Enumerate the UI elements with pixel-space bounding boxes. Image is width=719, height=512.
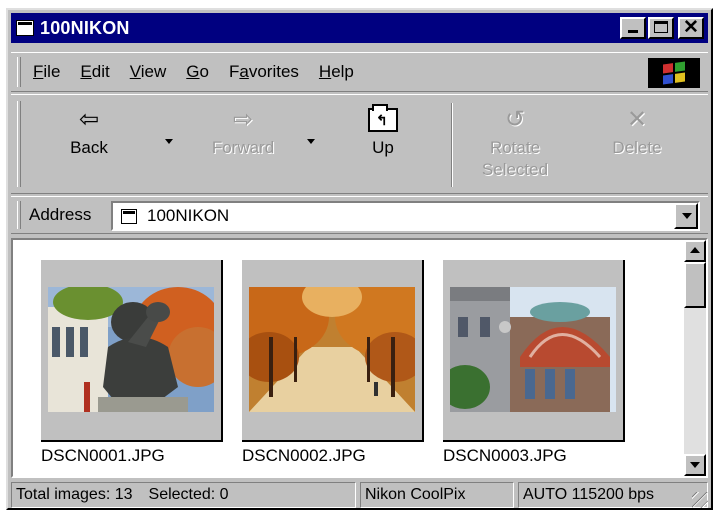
status-connection-panel: AUTO 115200 bps	[518, 482, 708, 508]
selected-count-text: Selected: 0	[148, 486, 229, 503]
menu-grip[interactable]	[17, 57, 21, 87]
toolbar-grip[interactable]	[17, 101, 21, 187]
title-bar[interactable]: 100NIKON ✕	[11, 13, 708, 43]
window-title: 100NIKON	[40, 17, 130, 38]
toolbar-separator	[451, 103, 453, 187]
menu-bar: File Edit View Go Favorites Help	[11, 52, 708, 92]
delete-x-icon: ✕	[626, 106, 648, 133]
back-dropdown-arrow[interactable]	[165, 139, 173, 144]
menu-edit[interactable]: Edit	[80, 62, 109, 82]
up-button[interactable]: ↰ Up	[343, 104, 423, 159]
scroll-thumb[interactable]	[684, 262, 706, 308]
folder-icon	[121, 208, 137, 224]
scroll-down-button[interactable]	[684, 454, 706, 476]
toolbar: ⇦ Back ⇨ Forward ↰ Up ↺ Rotate Selected …	[11, 94, 708, 194]
connection-speed-text: AUTO 115200 bps	[523, 486, 655, 503]
address-bar: Address 100NIKON	[11, 196, 708, 234]
address-input[interactable]: 100NIKON	[111, 201, 700, 231]
file-name: DSCN0002.JPG	[242, 446, 366, 465]
minimize-button[interactable]	[620, 17, 646, 39]
file-thumbnail[interactable]: DSCN0001.JPG	[41, 260, 223, 466]
camera-model-text: Nikon CoolPix	[365, 486, 466, 503]
menu-go[interactable]: Go	[186, 62, 209, 82]
windows-logo-icon	[648, 58, 700, 88]
file-name: DSCN0001.JPG	[41, 446, 165, 465]
minimize-icon	[628, 30, 638, 33]
forward-button[interactable]: ⇨ Forward	[203, 107, 283, 159]
building-photo	[450, 287, 616, 412]
vertical-scrollbar[interactable]	[684, 240, 706, 476]
menu-favorites[interactable]: Favorites	[229, 62, 299, 82]
forward-dropdown-arrow[interactable]	[307, 139, 315, 144]
menu-help[interactable]: Help	[319, 62, 354, 82]
total-images-text: Total images: 13	[16, 486, 133, 503]
rotate-selected-button[interactable]: ↺ Rotate Selected	[475, 107, 555, 181]
address-grip[interactable]	[17, 201, 21, 229]
explorer-window: 100NIKON ✕ File Edit View Go Favorites H…	[6, 8, 713, 510]
maximize-icon	[654, 21, 668, 33]
rotate-icon: ↺	[504, 106, 526, 133]
back-button[interactable]: ⇦ Back	[49, 107, 129, 159]
menu-view[interactable]: View	[130, 62, 167, 82]
autumn-path-photo	[249, 287, 415, 412]
window-controls: ✕	[618, 17, 704, 39]
forward-arrow-icon: ⇨	[232, 106, 254, 133]
back-arrow-icon: ⇦	[78, 106, 100, 133]
resize-grip[interactable]	[692, 492, 708, 508]
scroll-up-button[interactable]	[684, 240, 706, 262]
up-folder-icon: ↰	[368, 104, 398, 132]
status-bar: Total images: 13 Selected: 0 Nikon CoolP…	[11, 482, 708, 508]
file-thumbnail[interactable]: DSCN0002.JPG	[242, 260, 424, 466]
file-thumbnail[interactable]: DSCN0003.JPG	[443, 260, 625, 466]
address-value: 100NIKON	[147, 206, 230, 225]
file-view[interactable]: DSCN0001.JPG DSCN0002.JPG DSCN0003.JPG	[11, 238, 708, 478]
status-images-panel: Total images: 13 Selected: 0	[11, 482, 356, 508]
statue-photo	[48, 287, 214, 412]
address-dropdown-button[interactable]	[674, 203, 698, 229]
status-camera-panel: Nikon CoolPix	[360, 482, 514, 508]
menu-file[interactable]: File	[33, 62, 60, 82]
close-button[interactable]: ✕	[678, 17, 704, 39]
folder-window-icon	[16, 20, 34, 36]
maximize-button[interactable]	[648, 17, 674, 39]
delete-button[interactable]: ✕ Delete	[597, 107, 677, 159]
file-name: DSCN0003.JPG	[443, 446, 567, 465]
address-label: Address	[29, 205, 92, 224]
close-icon: ✕	[683, 17, 699, 38]
